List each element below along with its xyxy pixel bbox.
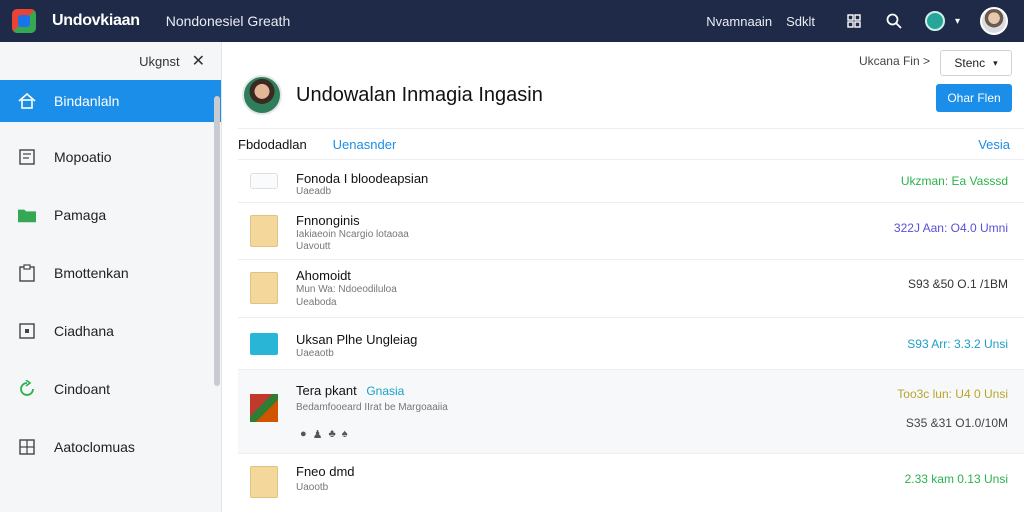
sidebar: Ukgnst ✕ Bindanlaln Mopoatio Pamaga Bmot… [0,42,222,512]
item-meta: S93 &50 O.1 /1BM [907,277,1008,291]
blue-folder-icon [250,333,278,355]
item-title: Ahomoidt [296,268,351,283]
sidebar-item-5[interactable]: Cindoant [0,360,221,418]
item-subtitle: Bedamfooeard IIrat be Margoaaiia [296,402,448,413]
sidebar-item-3[interactable]: Bmottenkan [0,244,221,302]
list-item[interactable]: Fnnonginis Iakiaeoin Ncargio lotaoaa Uav… [238,203,1024,260]
document-icon [18,148,36,166]
club-icon[interactable]: ♣ [329,428,336,441]
folder-icon [250,215,278,247]
profile-status-icon[interactable] [924,11,945,31]
sidebar-item-label: Bmottenkan [54,265,129,281]
sidebar-item-2[interactable]: Pamaga [0,186,221,244]
green-folder-icon [18,206,36,224]
spade-icon[interactable]: ♠ [342,428,348,441]
page-title: Undowalan Inmagia Ingasin [296,83,543,106]
item-subtitle: Uaeaotb [296,348,334,359]
figure-icon[interactable]: ♟ [313,428,323,441]
tab-bar: Fbdodadlan Uenasnder Vesia [238,128,1024,160]
sidebar-header: Ukgnst ✕ [0,42,221,80]
sidebar-item-label: Aatoclomuas [54,439,135,455]
pill-icon [250,173,278,189]
item-meta-2: S35 &31 O1.0/10M [905,416,1008,430]
grid-icon [18,438,36,456]
item-title: Fnnonginis [296,213,360,228]
pin-icon[interactable]: ● [300,428,307,441]
list-item[interactable]: Tera pkant Gnasia Bedamfooeard IIrat be … [238,370,1024,454]
item-subtitle: Uaeadb [296,186,332,197]
file-list: Fonoda I bloodeapsian Uaeadb Ukzman: Ea … [238,160,1024,508]
sidebar-item-1[interactable]: Mopoatio [0,128,221,186]
folder-icon [250,466,278,498]
item-title: Fonoda I bloodeapsian [296,171,429,186]
primary-button[interactable]: Ohar Flen [936,84,1012,112]
sidebar-item-4[interactable]: Ciadhana [0,302,221,360]
list-item[interactable]: Fonoda I bloodeapsian Uaeadb Ukzman: Ea … [238,160,1024,203]
profile-header: Undowalan Inmagia Ingasin [242,74,543,116]
sidebar-item-label: Bindanlaln [54,93,120,109]
chevron-down-icon[interactable]: ▾ [955,16,960,27]
app-grid-icon[interactable] [845,12,863,30]
sort-select-value: Stenc [954,56,986,70]
close-icon[interactable]: ✕ [192,51,205,71]
item-title: Tera pkant Gnasia [296,383,404,398]
sidebar-item-label: Cindoant [54,381,111,397]
clipboard-icon [18,264,36,282]
sidebar-item-0[interactable]: Bindanlaln [0,80,221,122]
item-title: Fneo dmd [296,464,355,479]
list-item[interactable]: Ahomoidt Mun Wa: Ndoeodiluloa Ueaboda S9… [238,260,1024,318]
item-meta: 2.33 kam 0.13 Unsi [904,472,1008,486]
search-icon[interactable] [885,12,903,30]
app-subtitle: Nondonesiel Greath [165,13,291,29]
top-link-2[interactable]: Sdklt [786,14,815,29]
chevron-down-icon: ▾ [993,57,998,68]
sort-select[interactable]: Stenc ▾ [940,50,1012,76]
sidebar-header-label: Ukgnst [139,53,180,69]
sidebar-item-label: Mopoatio [54,149,112,165]
item-meta: Ukzman: Ea Vasssd [900,174,1008,188]
mini-icon-row: ● ♟ ♣ ♠ [300,428,348,441]
item-title-link[interactable]: Gnasia [366,384,404,398]
top-bar-actions: Nvamnaain Sdklt ▾ [706,0,1024,42]
square-icon [18,322,36,340]
main-panel: Ukcana Fin > Stenc ▾ Undowalan Inmagia I… [222,42,1024,512]
sidebar-scrollbar[interactable] [214,96,220,386]
user-avatar[interactable] [980,7,1008,35]
item-subtitle: Iakiaeoin Ncargio lotaoaa [296,229,409,240]
list-item[interactable]: Uksan Plhe Ungleiag Uaeaotb S93 Arr: 3.3… [238,318,1024,370]
profile-avatar [242,75,282,115]
app-name[interactable]: Undovkiaan [52,12,140,30]
item-title-text: Tera pkant [296,383,357,398]
refresh-icon [18,380,36,398]
item-meta: S93 Arr: 3.3.2 Unsi [907,337,1008,351]
sidebar-item-6[interactable]: Aatoclomuas [0,418,221,476]
item-meta: Too3c lun: U4 0 Unsi [897,387,1008,401]
tab-1[interactable]: Uenasnder [333,137,397,152]
home-icon [18,92,36,110]
sidebar-item-label: Pamaga [54,207,107,223]
item-subtitle-2: Uavoutt [296,241,331,252]
list-item[interactable]: Fneo dmd Uaootb 2.33 kam 0.13 Unsi [238,454,1024,508]
item-subtitle-2: Ueaboda [296,297,337,308]
tab-0[interactable]: Fbdodadlan [238,137,307,152]
top-link-1[interactable]: Nvamnaain [706,14,772,29]
sidebar-item-label: Ciadhana [54,323,114,339]
item-meta: 322J Aan: O4.0 Umni [893,221,1008,235]
breadcrumb[interactable]: Ukcana Fin > [859,54,930,68]
item-subtitle: Mun Wa: Ndoeodiluloa [296,284,397,295]
item-title: Uksan Plhe Ungleiag [296,332,418,347]
app-logo-icon[interactable] [12,9,36,33]
tab-right-link[interactable]: Vesia [978,137,1010,152]
top-bar: Undovkiaan Nondonesiel Greath Nvamnaain … [0,0,1024,42]
image-thumbnail [250,394,278,422]
item-subtitle: Uaootb [296,482,329,493]
folder-icon [250,272,278,304]
